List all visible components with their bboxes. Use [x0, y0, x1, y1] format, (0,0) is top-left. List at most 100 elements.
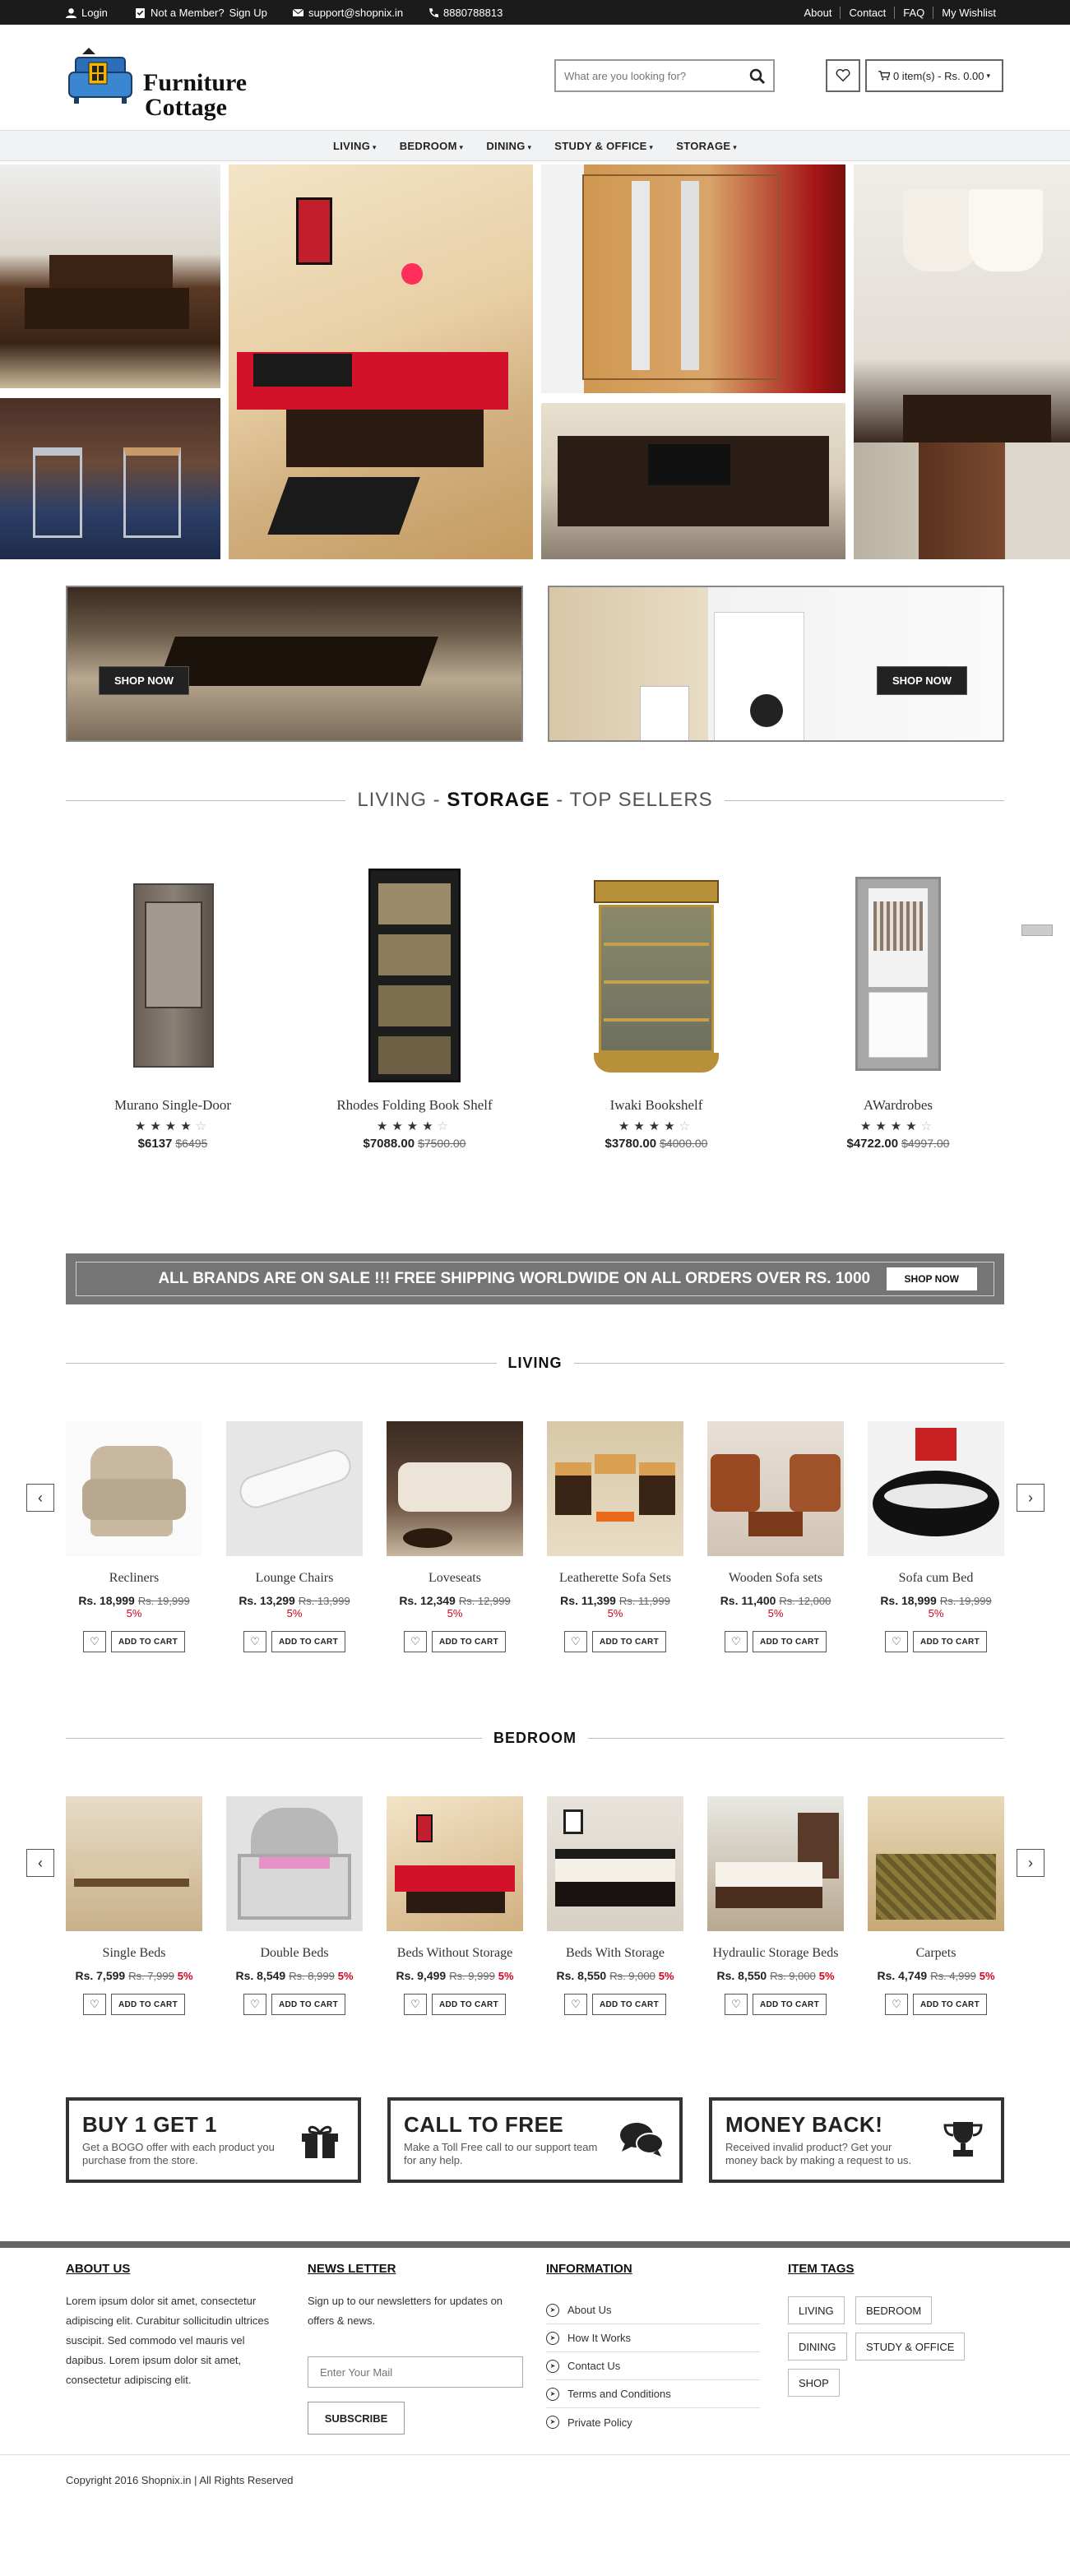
footer-terms-link[interactable]: Terms and Conditions	[546, 2380, 760, 2408]
add-to-cart-button[interactable]: ADD TO CART	[431, 1631, 506, 1652]
product-name[interactable]: Murano Single-Door	[66, 1097, 280, 1114]
add-to-wishlist-button[interactable]: ♡	[563, 1994, 587, 2015]
product-image[interactable]	[387, 1421, 523, 1556]
product-image[interactable]	[387, 1796, 523, 1931]
nav-study-office[interactable]: STUDY & OFFICE	[554, 140, 653, 152]
add-to-wishlist-button[interactable]: ♡	[563, 1631, 587, 1652]
add-to-cart-button[interactable]: ADD TO CART	[431, 1994, 506, 2015]
top-seller-card[interactable]: Rhodes Folding Book Shelf ★★★★☆ $7088.00…	[308, 869, 521, 1151]
product-name[interactable]: Rhodes Folding Book Shelf	[308, 1097, 521, 1114]
product-name[interactable]: Carpets	[868, 1946, 1004, 1961]
faq-link[interactable]: FAQ	[894, 7, 933, 19]
add-to-wishlist-button[interactable]: ♡	[403, 1994, 427, 2015]
bedroom-prev-arrow[interactable]: ‹	[26, 1849, 54, 1877]
add-to-wishlist-button[interactable]: ♡	[884, 1994, 908, 2015]
add-to-wishlist-button[interactable]: ♡	[82, 1994, 106, 2015]
product-name[interactable]: Wooden Sofa sets	[707, 1571, 844, 1586]
hero-bar-stools-image[interactable]	[0, 398, 220, 559]
bedroom-product-card[interactable]: Beds With Storage Rs. 8,550 Rs. 9,000 5% …	[547, 1796, 683, 2015]
add-to-wishlist-button[interactable]: ♡	[243, 1631, 266, 1652]
tag-dining[interactable]: DINING	[788, 2333, 847, 2361]
hero-bedroom-image[interactable]	[229, 164, 533, 559]
footer-contact-us-link[interactable]: Contact Us	[546, 2352, 760, 2380]
feature-money-back[interactable]: MONEY BACK! Received invalid product? Ge…	[709, 2097, 1004, 2183]
add-to-wishlist-button[interactable]: ♡	[724, 1631, 748, 1652]
signup-link[interactable]: Sign Up	[229, 7, 267, 19]
top-seller-card[interactable]: Iwaki Bookshelf ★★★★☆ $3780.00 $4000.00	[549, 869, 763, 1151]
footer-privacy-link[interactable]: Private Policy	[546, 2408, 760, 2436]
shop-now-button-left[interactable]: SHOP NOW	[99, 666, 189, 695]
bedroom-product-card[interactable]: Single Beds Rs. 7,599 Rs. 7,999 5% ♡ ADD T…	[66, 1796, 202, 2015]
product-image[interactable]	[66, 1421, 202, 1556]
side-scroll-tab[interactable]	[1021, 924, 1053, 936]
product-name[interactable]: Double Beds	[226, 1946, 363, 1961]
living-product-card[interactable]: Loveseats Rs. 12,349 Rs. 12,999 5% ♡ ADD T…	[387, 1421, 523, 1652]
product-image[interactable]	[66, 869, 280, 1082]
top-seller-card[interactable]: AWardrobes ★★★★☆ $4722.00 $4997.00	[791, 869, 1005, 1151]
product-image[interactable]	[549, 869, 763, 1082]
product-name[interactable]: Beds With Storage	[547, 1946, 683, 1961]
product-image[interactable]	[66, 1796, 202, 1931]
add-to-wishlist-button[interactable]: ♡	[243, 1994, 266, 2015]
bedroom-product-card[interactable]: Hydraulic Storage Beds Rs. 8,550 Rs. 9,00…	[707, 1796, 844, 2015]
add-to-wishlist-button[interactable]: ♡	[82, 1631, 106, 1652]
add-to-wishlist-button[interactable]: ♡	[884, 1631, 908, 1652]
product-name[interactable]: Hydraulic Storage Beds	[707, 1946, 844, 1961]
sale-shop-now-button[interactable]: SHOP NOW	[886, 1267, 977, 1290]
subscribe-button[interactable]: SUBSCRIBE	[308, 2402, 405, 2435]
tag-bedroom[interactable]: BEDROOM	[855, 2296, 933, 2324]
bedroom-product-card[interactable]: Carpets Rs. 4,749 Rs. 4,999 5% ♡ ADD TO CA…	[868, 1796, 1004, 2015]
bedroom-next-arrow[interactable]: ›	[1017, 1849, 1045, 1877]
living-product-card[interactable]: Lounge Chairs Rs. 13,299 Rs. 13,999 5% ♡ A…	[226, 1421, 363, 1652]
add-to-cart-button[interactable]: ADD TO CART	[591, 1994, 666, 2015]
search-icon[interactable]	[748, 67, 767, 86]
product-image[interactable]	[791, 869, 1005, 1082]
add-to-cart-button[interactable]: ADD TO CART	[752, 1994, 827, 2015]
promo-dining-banner[interactable]: SHOP NOW	[66, 586, 523, 742]
living-next-arrow[interactable]: ›	[1017, 1484, 1045, 1512]
add-to-cart-button[interactable]: ADD TO CART	[271, 1994, 345, 2015]
hero-tv-unit-image[interactable]	[541, 403, 845, 559]
newsletter-email-input[interactable]	[308, 2356, 523, 2388]
nav-living[interactable]: LIVING	[333, 140, 377, 152]
add-to-wishlist-button[interactable]: ♡	[724, 1994, 748, 2015]
search-input[interactable]	[564, 67, 729, 84]
footer-how-it-works-link[interactable]: How It Works	[546, 2324, 760, 2352]
tag-shop[interactable]: SHOP	[788, 2369, 840, 2397]
product-name[interactable]: Single Beds	[66, 1946, 202, 1961]
add-to-cart-button[interactable]: ADD TO CART	[110, 1631, 185, 1652]
contact-link[interactable]: Contact	[840, 7, 894, 19]
top-seller-card[interactable]: Murano Single-Door ★★★★☆ $6137 $6495	[66, 869, 280, 1151]
product-image[interactable]	[868, 1421, 1004, 1556]
shop-now-button-right[interactable]: SHOP NOW	[877, 666, 967, 695]
nav-bedroom[interactable]: BEDROOM	[400, 140, 464, 152]
product-image[interactable]	[547, 1796, 683, 1931]
bedroom-product-card[interactable]: Beds Without Storage Rs. 9,499 Rs. 9,999 …	[387, 1796, 523, 2015]
login-link[interactable]: Login	[66, 7, 108, 19]
feature-bogo[interactable]: BUY 1 GET 1 Get a BOGO offer with each p…	[66, 2097, 361, 2183]
product-image[interactable]	[707, 1796, 844, 1931]
tag-living[interactable]: LIVING	[788, 2296, 845, 2324]
cart-button[interactable]: 0 item(s) - Rs. 0.00 ▾	[865, 59, 1003, 92]
nav-dining[interactable]: DINING	[486, 140, 531, 152]
product-image[interactable]	[308, 869, 521, 1082]
product-name[interactable]: Loveseats	[387, 1571, 523, 1586]
hero-wardrobe-image[interactable]	[541, 164, 845, 393]
living-product-card[interactable]: Recliners Rs. 18,999 Rs. 19,999 5% ♡ ADD T…	[66, 1421, 202, 1652]
living-product-card[interactable]: Sofa cum Bed Rs. 18,999 Rs. 19,999 5% ♡ AD…	[868, 1421, 1004, 1652]
product-image[interactable]	[707, 1421, 844, 1556]
add-to-cart-button[interactable]: ADD TO CART	[110, 1994, 185, 2015]
product-name[interactable]: AWardrobes	[791, 1097, 1005, 1114]
add-to-cart-button[interactable]: ADD TO CART	[271, 1631, 345, 1652]
promo-laundry-banner[interactable]: SHOP NOW	[548, 586, 1004, 742]
tag-study-office[interactable]: STUDY & OFFICE	[855, 2333, 966, 2361]
product-image[interactable]	[547, 1421, 683, 1556]
living-prev-arrow[interactable]: ‹	[26, 1484, 54, 1512]
add-to-wishlist-button[interactable]: ♡	[403, 1631, 427, 1652]
product-name[interactable]: Iwaki Bookshelf	[549, 1097, 763, 1114]
hero-cabinet-image[interactable]	[854, 442, 1070, 559]
hero-lamp-image[interactable]	[854, 164, 1070, 442]
add-to-cart-button[interactable]: ADD TO CART	[591, 1631, 666, 1652]
product-name[interactable]: Beds Without Storage	[387, 1946, 523, 1961]
bedroom-product-card[interactable]: Double Beds Rs. 8,549 Rs. 8,999 5% ♡ ADD T…	[226, 1796, 363, 2015]
